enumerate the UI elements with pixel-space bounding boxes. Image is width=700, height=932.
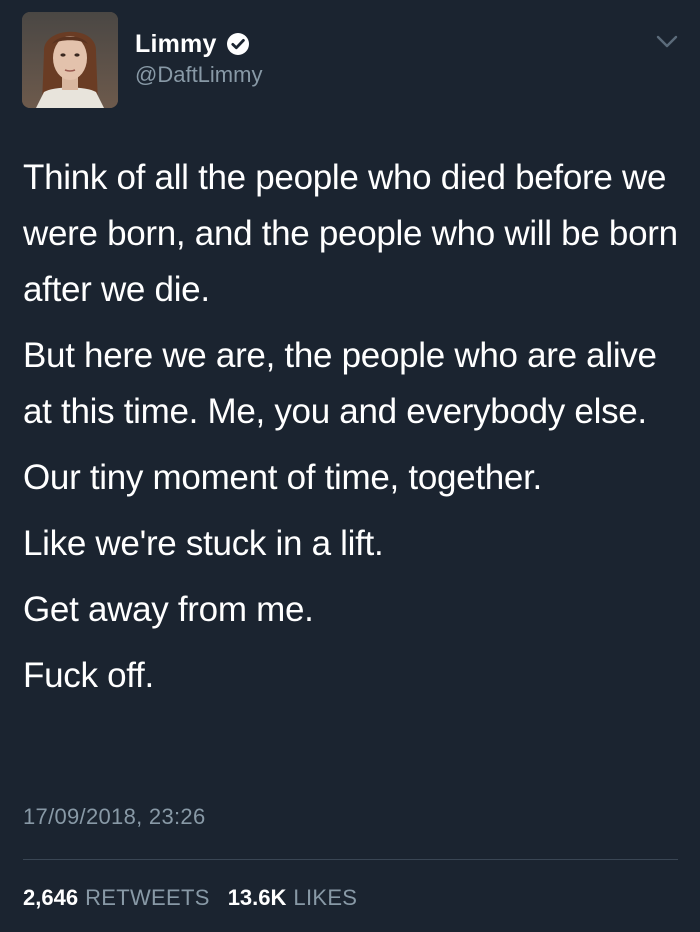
tweet-paragraph: Our tiny moment of time, together. [23,458,542,497]
author-display-name[interactable]: Limmy [135,30,217,59]
divider [23,859,678,860]
verified-badge-icon [226,32,250,56]
tweet-paragraph: Fuck off. [23,656,154,695]
tweet-body: Think of all the people who died before … [23,150,683,714]
retweets-label[interactable]: RETWEETS [85,885,210,911]
tweet-paragraph: Get away from me. [23,590,314,629]
chevron-down-icon[interactable] [655,34,679,50]
author-handle[interactable]: @DaftLimmy [135,62,262,88]
tweet-paragraph: Think of all the people who died before … [23,158,678,309]
tweet-paragraph: But here we are, the people who are aliv… [23,336,657,431]
retweets-count[interactable]: 2,646 [23,885,78,911]
tweet-timestamp[interactable]: 17/09/2018, 23:26 [23,804,206,830]
tweet-stats: 2,646 RETWEETS 13.6K LIKES [23,885,357,911]
avatar[interactable] [22,12,118,108]
author-name-row[interactable]: Limmy [135,27,250,61]
tweet-paragraph: Like we're stuck in a lift. [23,524,384,563]
likes-label[interactable]: LIKES [293,885,357,911]
tweet-card: Limmy @DaftLimmy Think of all the people… [0,0,700,932]
avatar-image [22,12,118,108]
likes-count[interactable]: 13.6K [228,885,287,911]
